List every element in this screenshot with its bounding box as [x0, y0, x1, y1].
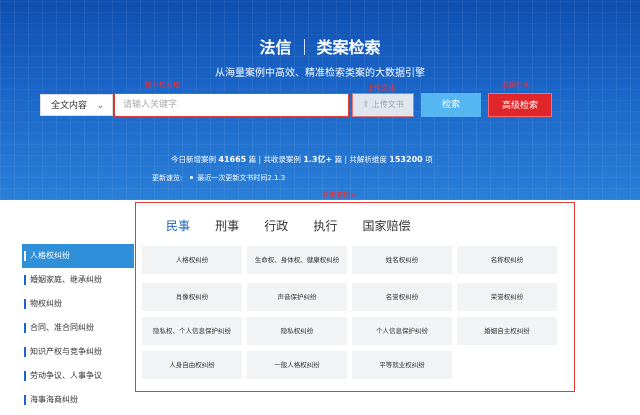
annotation-upload: 上传文档: [367, 84, 395, 92]
case-type-tabs: 民事 刑事 行政 执行 国家赔偿: [166, 215, 430, 234]
product-name: 类案检索: [316, 38, 381, 57]
case-category-item[interactable]: 隐私权纠纷: [247, 317, 347, 345]
upload-icon: ⇪: [362, 100, 370, 110]
brand-name: 法信: [259, 38, 292, 57]
today-value: 41665: [218, 155, 247, 164]
case-category-item[interactable]: 人身自由权纠纷: [142, 351, 242, 379]
category-sidebar: 人格权纠纷 婚姻家庭、继承纠纷 物权纠纷 合同、准合同纠纷 知识产权与竞争纠纷 …: [22, 244, 134, 412]
case-category-item[interactable]: 肖像权纠纷: [142, 283, 242, 311]
sidebar-item[interactable]: 劳动争议、人事争议: [22, 364, 134, 388]
chevron-down-icon: ⌄: [96, 101, 104, 111]
dims-unit: 项: [425, 155, 433, 164]
upload-document-button[interactable]: ⇪ 上传文书: [352, 93, 414, 117]
update-label: 更新速览:: [152, 174, 183, 182]
sidebar-item[interactable]: 人格权纠纷: [22, 244, 134, 268]
sidebar-item[interactable]: 海事海商纠纷: [22, 388, 134, 412]
case-category-item[interactable]: 荣誉权纠纷: [457, 283, 557, 311]
case-category-item[interactable]: 名誉权纠纷: [352, 283, 452, 311]
case-category-item[interactable]: 姓名权纠纷: [352, 246, 452, 274]
update-notice: 更新速览: 最近一次更新文书时间2.1.3: [152, 173, 285, 183]
annotation-advanced: 高级检索: [502, 81, 530, 89]
tab-state-compensation[interactable]: 国家赔偿: [362, 217, 410, 234]
total-label: 共收录案例: [263, 155, 301, 164]
hero-banner: 法信 类案检索 从海量案例中高效、精准检索类案的大数据引擎 输入检索框 上传文档 …: [0, 0, 640, 200]
scope-select-value: 全文内容: [51, 101, 88, 111]
stats-divider: |: [258, 155, 262, 164]
case-category-item[interactable]: 名称权纠纷: [457, 246, 557, 274]
page-title: 法信 类案检索: [0, 34, 640, 58]
sidebar-item[interactable]: 知识产权与竞争纠纷: [22, 340, 134, 364]
title-divider: [303, 39, 305, 55]
total-unit: 篇: [334, 155, 343, 164]
dims-label: 共解析维度: [349, 155, 387, 164]
annotation-search-box: 输入检索框: [145, 81, 180, 89]
annotation-nav: 导出式检索: [322, 191, 357, 199]
tab-enforcement[interactable]: 执行: [313, 217, 337, 234]
case-category-item[interactable]: 个人信息保护纠纷: [352, 317, 452, 345]
today-unit: 篇: [248, 155, 257, 164]
tab-administrative[interactable]: 行政: [264, 217, 288, 234]
case-category-item[interactable]: 隐私权、个人信息保护纠纷: [142, 317, 242, 345]
search-button[interactable]: 检索: [421, 93, 481, 117]
total-value: 1.3亿+: [303, 155, 333, 164]
update-text[interactable]: 最近一次更新文书时间2.1.3: [197, 174, 285, 182]
tab-civil[interactable]: 民事: [166, 217, 190, 234]
case-category-item[interactable]: 一般人格权纠纷: [247, 351, 347, 379]
case-category-item[interactable]: 生命权、身体权、健康权纠纷: [247, 246, 347, 274]
stats-bar: 今日新增案例 41665 篇 | 共收录案例 1.3亿+ 篇 | 共解析维度 1…: [171, 154, 433, 165]
sidebar-item[interactable]: 合同、准合同纠纷: [22, 316, 134, 340]
bullet-icon: [190, 176, 194, 179]
today-label: 今日新增案例: [171, 155, 216, 164]
page-subtitle: 从海量案例中高效、精准检索类案的大数据引擎: [215, 68, 425, 79]
case-category-item[interactable]: 平等就业权纠纷: [352, 351, 452, 379]
sidebar-item[interactable]: 物权纠纷: [22, 292, 134, 316]
case-category-item[interactable]: 婚姻自主权纠纷: [457, 317, 557, 345]
stats-divider: |: [344, 155, 348, 164]
sidebar-item[interactable]: 婚姻家庭、继承纠纷: [22, 268, 134, 292]
upload-label: 上传文书: [371, 100, 404, 109]
dims-value: 153200: [389, 155, 423, 164]
search-input[interactable]: [114, 93, 349, 117]
advanced-search-button[interactable]: 高级检索: [488, 93, 552, 117]
case-category-item[interactable]: 声音保护纠纷: [247, 283, 347, 311]
case-type-panel: 民事 刑事 行政 执行 国家赔偿 人格权纠纷 生命权、身体权、健康权纠纷 姓名权纠纷…: [135, 202, 575, 392]
scope-select[interactable]: 全文内容 ⌄: [40, 94, 113, 116]
case-category-item[interactable]: 人格权纠纷: [142, 246, 242, 274]
tab-criminal[interactable]: 刑事: [215, 217, 239, 234]
